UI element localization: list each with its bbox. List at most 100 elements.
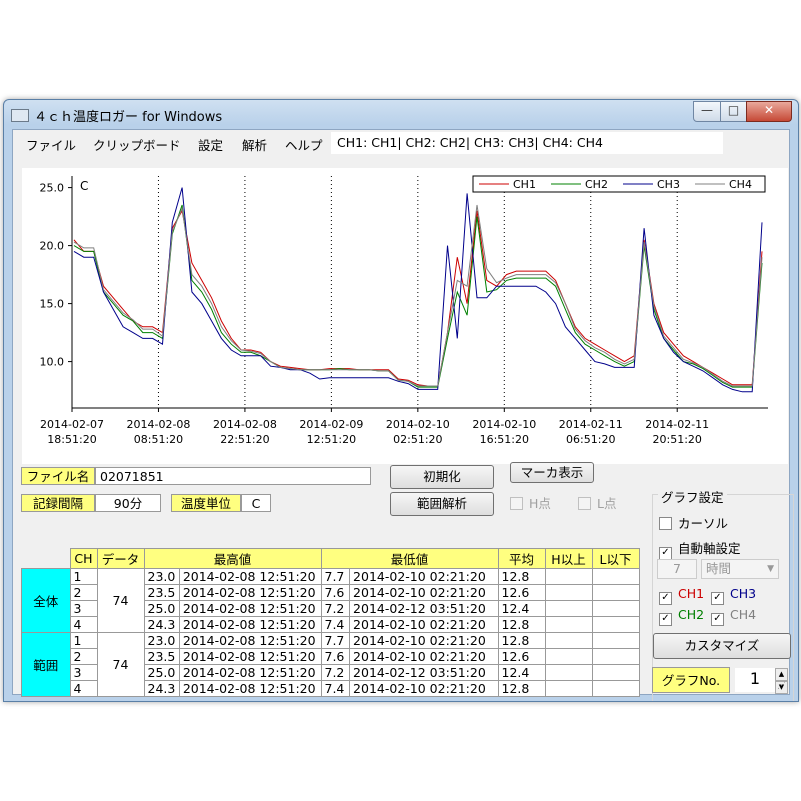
- legend-label: CH2: [585, 178, 608, 191]
- max-cell: 23.5: [143, 648, 180, 665]
- min-time-cell: 2014-02-10 02:21:20: [349, 648, 499, 665]
- avg-cell: 12.8: [497, 632, 546, 649]
- h-over-cell: [544, 648, 593, 665]
- avg-cell: 12.4: [497, 600, 546, 617]
- ch1-label: CH1: [678, 586, 705, 601]
- menu-analysis[interactable]: 解析: [242, 135, 267, 154]
- temp-unit-value: C: [241, 494, 271, 512]
- x-tick-label-time: 16:51:20: [480, 433, 529, 446]
- menu-file[interactable]: ファイル: [26, 135, 76, 154]
- ch3-check-box[interactable]: ✓: [711, 592, 724, 605]
- range-analysis-button[interactable]: 範囲解析: [390, 492, 494, 516]
- y-tick-label: 20.0: [40, 240, 65, 253]
- y-tick-label: 10.0: [40, 356, 65, 369]
- chart-area[interactable]: C 25.0 20.0 15.0 10.0 2014-02-07 18:51:20 2014-…: [22, 168, 788, 464]
- min-cell: 7.6: [320, 584, 351, 601]
- cursor-check-box[interactable]: [659, 517, 672, 530]
- max-cell: 24.3: [143, 616, 180, 633]
- avg-cell: 12.6: [497, 648, 546, 665]
- maximize-button[interactable]: □: [720, 101, 747, 122]
- max-cell: 23.0: [143, 568, 180, 585]
- count-cell: 74: [96, 568, 145, 633]
- min-time-cell: 2014-02-10 02:21:20: [349, 584, 499, 601]
- cursor-checkbox[interactable]: カーソル: [659, 513, 728, 532]
- ch2-checkbox[interactable]: ✓ CH2: [659, 607, 704, 626]
- ch-cell: 4: [69, 616, 98, 633]
- minimize-button[interactable]: —: [693, 101, 721, 122]
- min-cell: 7.4: [320, 680, 351, 697]
- ch4-check-box[interactable]: ✓: [711, 613, 724, 626]
- x-tick-label-time: 20:51:20: [653, 433, 702, 446]
- x-tick-label-date: 2014-02-11: [559, 418, 623, 431]
- ch1-checkbox[interactable]: ✓ CH1: [659, 586, 704, 605]
- avg-cell: 12.6: [497, 584, 546, 601]
- ch2-label: CH2: [678, 607, 705, 622]
- ch2-check-box[interactable]: ✓: [659, 613, 672, 626]
- menu-bar: ファイル クリップボード 設定 解析 ヘルプ CH1: CH1| CH2: CH…: [13, 130, 789, 156]
- auto-axis-checkbox[interactable]: ✓ 自動軸設定: [659, 538, 741, 560]
- min-cell: 7.2: [320, 664, 351, 681]
- interval-value: 90分: [95, 494, 161, 512]
- graph-no-value[interactable]: 1: [735, 668, 775, 692]
- l-point-checkbox[interactable]: L点: [578, 493, 616, 512]
- marker-display-button[interactable]: マーカ表示: [510, 462, 594, 483]
- max-time-cell: 2014-02-08 12:51:20: [178, 648, 322, 665]
- close-button[interactable]: ✕: [746, 101, 792, 122]
- chevron-down-icon: ▼: [767, 564, 774, 574]
- min-cell: 7.2: [320, 600, 351, 617]
- init-button[interactable]: 初期化: [390, 465, 494, 489]
- x-tick-label-date: 2014-02-09: [299, 418, 363, 431]
- table-header-row: CH データ 最高値 最低値 平均 H以上 L以下: [21, 548, 640, 569]
- spin-up-icon[interactable]: ▲: [775, 668, 788, 681]
- ch-cell: 4: [69, 680, 98, 697]
- ch1-check-box[interactable]: ✓: [659, 592, 672, 605]
- legend-label: CH1: [513, 178, 536, 191]
- h-point-checkbox[interactable]: H点: [510, 493, 551, 512]
- ch3-checkbox[interactable]: ✓ CH3: [711, 586, 756, 605]
- min-cell: 7.7: [320, 568, 351, 585]
- min-time-cell: 2014-02-10 02:21:20: [349, 616, 499, 633]
- temp-unit-label: 温度単位: [171, 494, 241, 512]
- max-time-cell: 2014-02-08 12:51:20: [178, 600, 322, 617]
- count-cell: 74: [96, 632, 145, 697]
- header-data: データ: [96, 548, 145, 569]
- hours-input[interactable]: 7: [657, 559, 697, 579]
- l-under-cell: [591, 616, 640, 633]
- max-cell: 25.0: [143, 664, 180, 681]
- avg-cell: 12.8: [497, 680, 546, 697]
- x-tick-label-date: 2014-02-10: [386, 418, 450, 431]
- menu-help[interactable]: ヘルプ: [285, 135, 323, 154]
- ch-cell: 1: [69, 632, 98, 649]
- x-tick-label-time: 02:51:20: [393, 433, 442, 446]
- app-window: ４ｃｈ温度ロガー for Windows — □ ✕ ファイル クリップボード …: [3, 99, 799, 702]
- max-time-cell: 2014-02-08 12:51:20: [178, 680, 322, 697]
- hours-unit-value: 時間: [706, 561, 732, 576]
- menu-clipboard[interactable]: クリップボード: [93, 135, 181, 154]
- graph-settings-title: グラフ設定: [658, 487, 727, 506]
- h-over-cell: [544, 616, 593, 633]
- h-over-cell: [544, 632, 593, 649]
- temperature-chart[interactable]: C 25.0 20.0 15.0 10.0 2014-02-07 18:51:20 2014-…: [22, 168, 788, 464]
- min-time-cell: 2014-02-10 02:21:20: [349, 632, 499, 649]
- header-max: 最高値: [143, 548, 322, 569]
- x-tick-label-time: 18:51:20: [47, 433, 96, 446]
- x-tick-label-date: 2014-02-07: [40, 418, 104, 431]
- header-ch: CH: [69, 548, 98, 569]
- stats-table: CH データ 最高値 最低値 平均 H以上 L以下 全体 1 74 23.0 2…: [21, 548, 640, 697]
- resize-grip-icon[interactable]: ⋰: [777, 681, 786, 691]
- ch-cell: 1: [69, 568, 98, 585]
- hours-unit-select[interactable]: 時間 ▼: [701, 559, 779, 579]
- x-tick-label-date: 2014-02-08: [126, 418, 190, 431]
- max-cell: 23.5: [143, 584, 180, 601]
- cursor-label: カーソル: [678, 516, 729, 531]
- customize-button[interactable]: カスタマイズ: [653, 633, 791, 659]
- h-over-cell: [544, 568, 593, 585]
- header-l-under: L以下: [591, 548, 640, 569]
- min-cell: 7.6: [320, 648, 351, 665]
- file-name-field[interactable]: 02071851: [95, 467, 371, 485]
- ch4-checkbox[interactable]: ✓ CH4: [711, 607, 756, 626]
- header-avg: 平均: [497, 548, 546, 569]
- file-name-label: ファイル名: [21, 467, 95, 485]
- title-bar[interactable]: ４ｃｈ温度ロガー for Windows — □ ✕: [4, 100, 798, 128]
- menu-settings[interactable]: 設定: [198, 135, 223, 154]
